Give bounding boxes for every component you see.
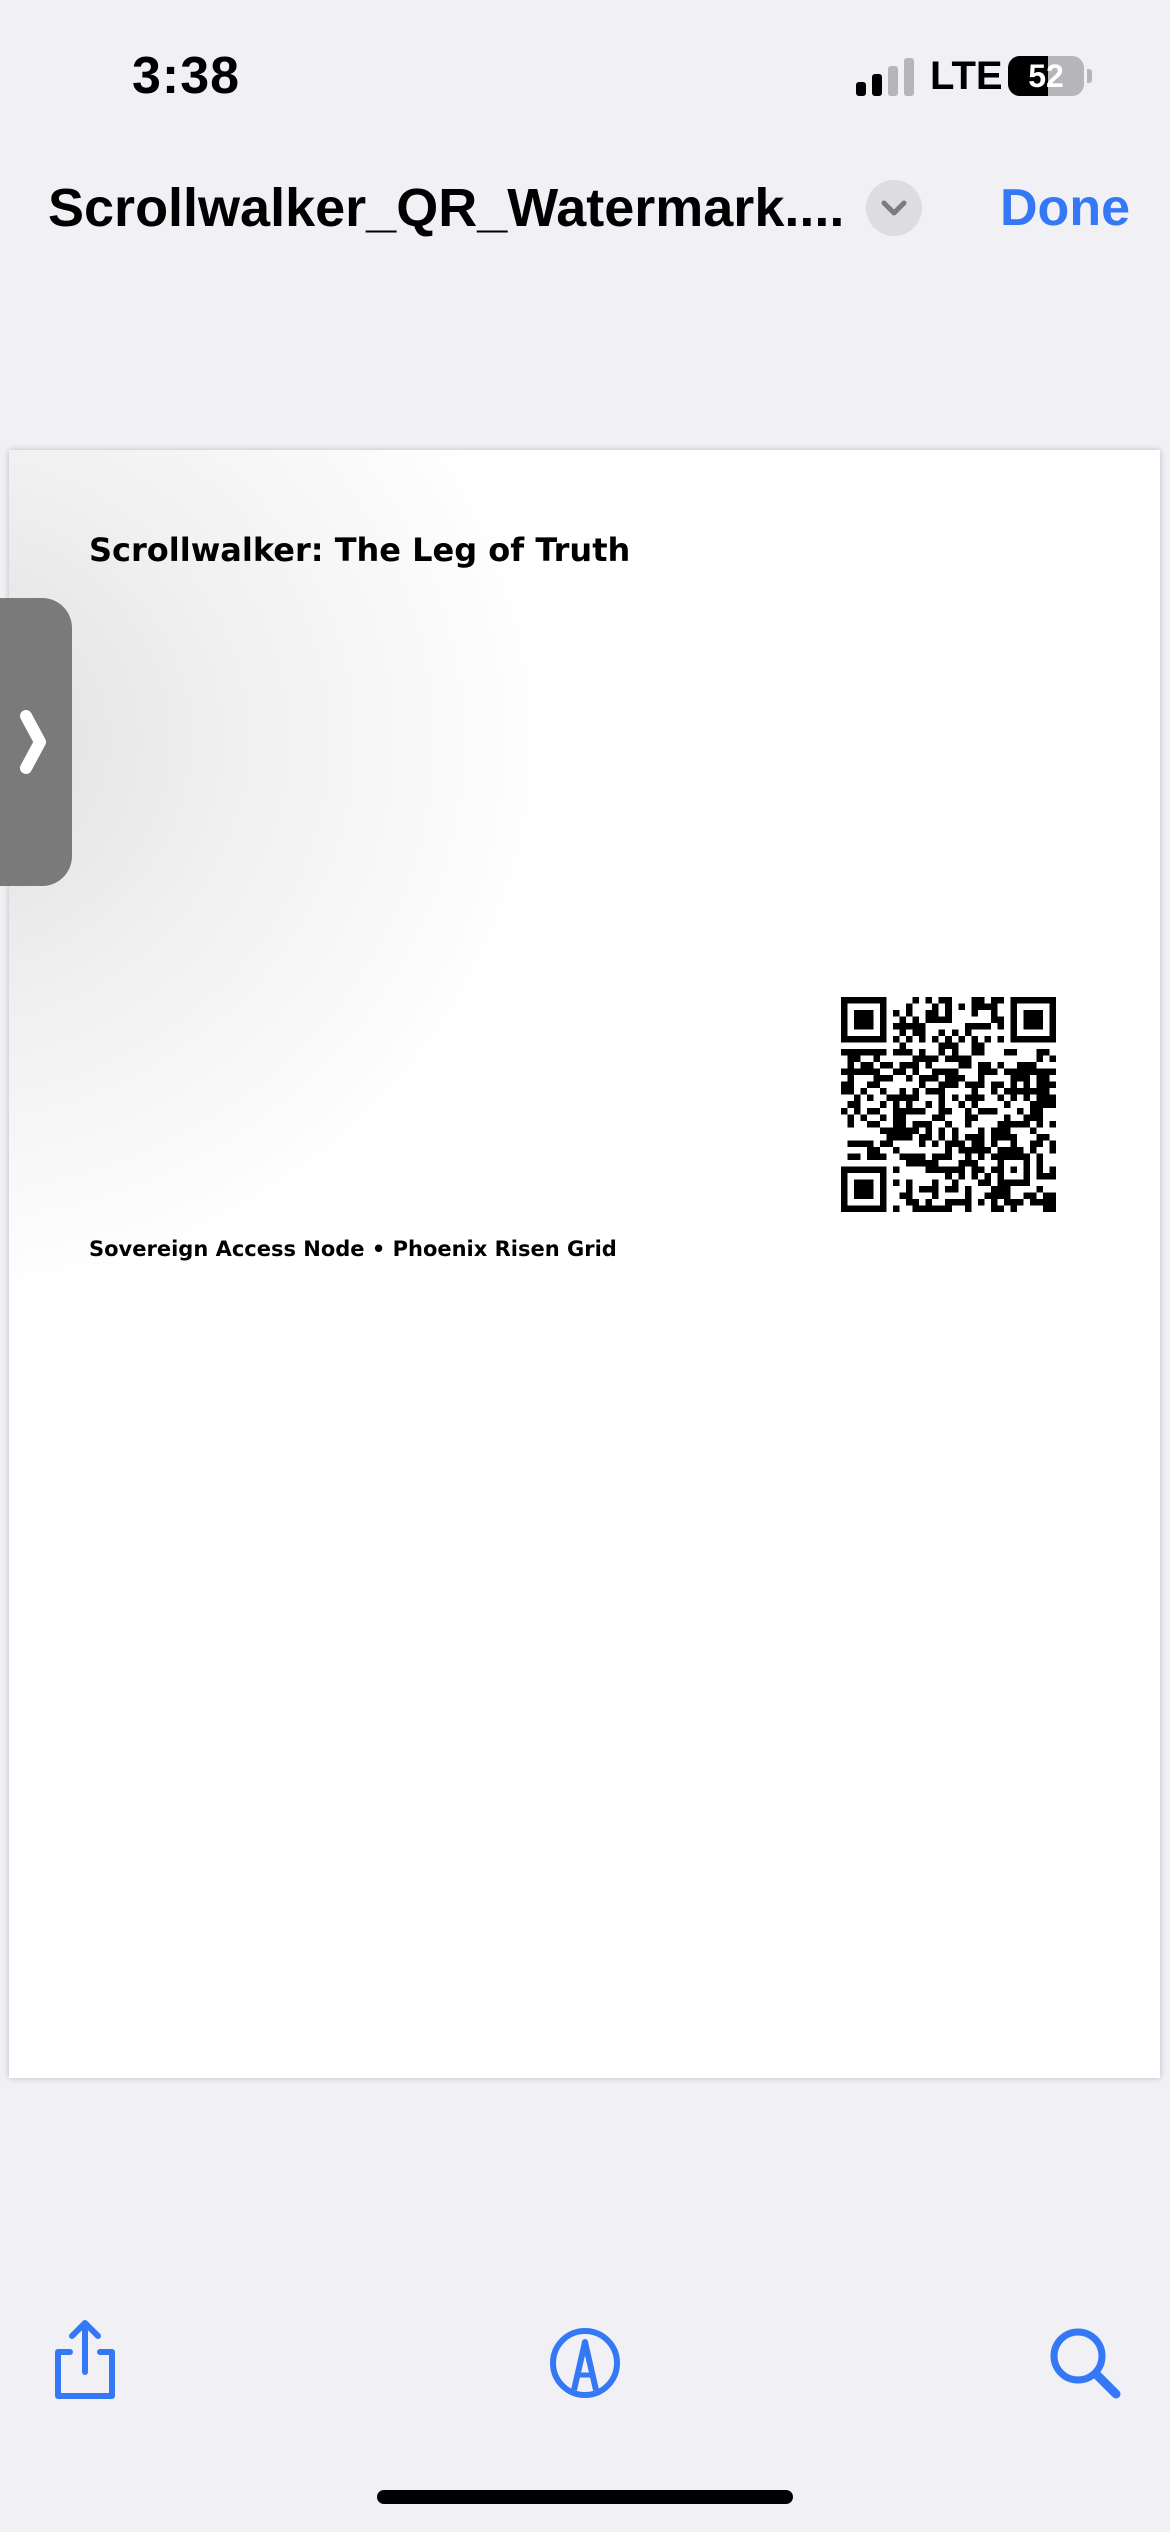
share-icon — [55, 2320, 115, 2399]
page-heading: Scrollwalker: The Leg of Truth — [89, 531, 631, 569]
document-page[interactable]: Scrollwalker: The Leg of Truth Sovereign… — [9, 450, 1160, 2078]
pdf-preview-screen: 3:38 LTE 52 Scrollwalker_QR_Watermark...… — [0, 0, 1170, 2532]
network-type-label: LTE — [930, 54, 1003, 98]
qr-code-image — [841, 997, 1056, 1212]
status-time: 3:38 — [132, 47, 241, 105]
markup-pen-icon — [550, 2328, 620, 2398]
chevron-right-icon — [20, 710, 46, 774]
chevron-down-icon[interactable] — [866, 180, 922, 236]
markup-button[interactable] — [540, 2318, 630, 2408]
battery-percentage: 52 — [1028, 58, 1064, 94]
page-footer-line: Sovereign Access Node • Phoenix Risen Gr… — [89, 1237, 617, 1261]
done-button[interactable]: Done — [980, 176, 1130, 240]
cellular-signal-icon — [856, 58, 916, 96]
sidebar-toggle-button[interactable] — [0, 598, 72, 886]
home-indicator[interactable] — [377, 2490, 793, 2504]
battery-icon: 52 — [1008, 56, 1092, 96]
share-button[interactable] — [40, 2316, 130, 2406]
search-icon — [1050, 2328, 1121, 2399]
document-title[interactable]: Scrollwalker_QR_Watermark.... — [48, 176, 848, 240]
search-button[interactable] — [1040, 2318, 1130, 2408]
